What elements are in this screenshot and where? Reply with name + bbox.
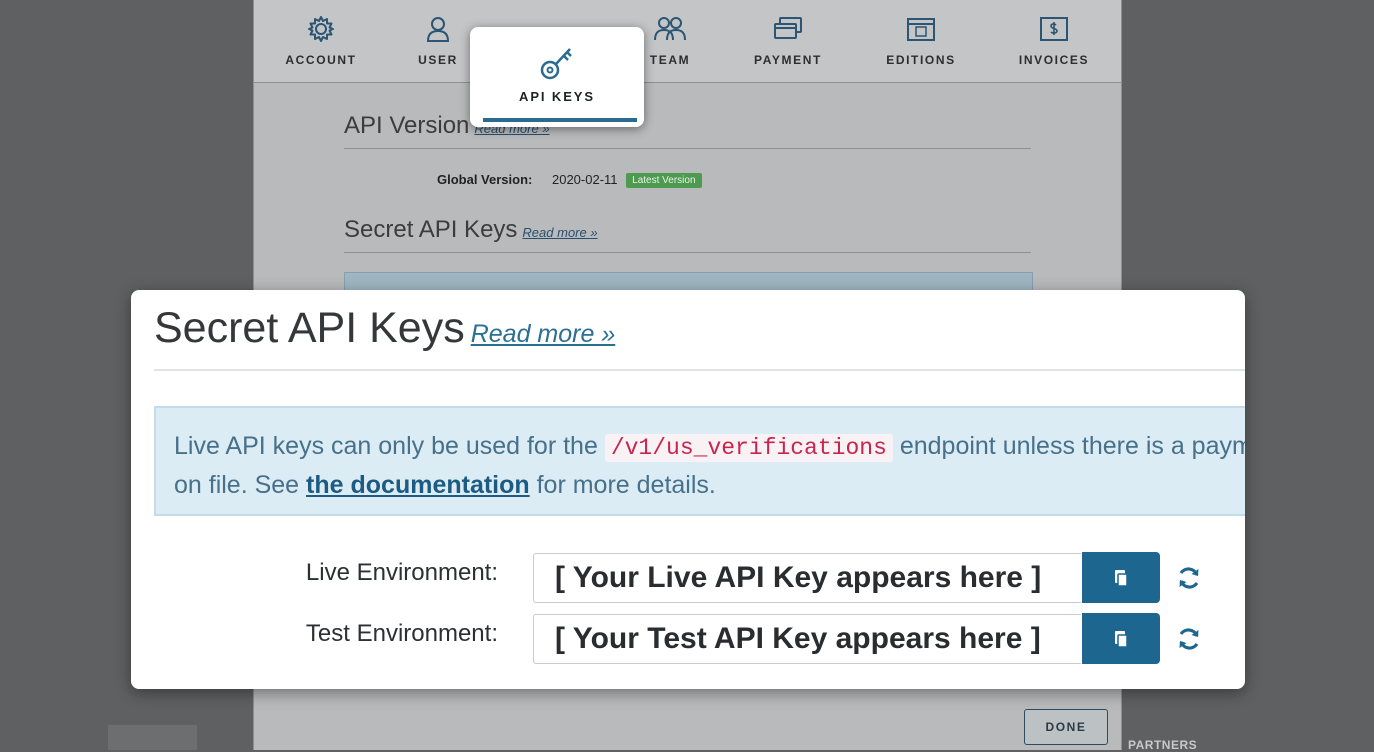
active-tab-indicator (483, 118, 637, 122)
secret-keys-read-more-link-bg[interactable]: Read more » (522, 225, 597, 240)
copy-icon (1115, 630, 1128, 648)
global-version-label: Global Version: (437, 172, 533, 187)
endpoint-code: /v1/us_verifications (604, 434, 893, 462)
tab-invoices[interactable]: INVOICES (999, 14, 1109, 67)
gear-icon (308, 16, 334, 42)
tab-account[interactable]: ACCOUNT (266, 14, 376, 67)
calendar-icon (907, 18, 935, 41)
key-icon (540, 48, 572, 80)
global-version-value: 2020-02-11 (551, 172, 618, 187)
settings-nav: ACCOUNT USER TEAM PAYMENT EDITIONS INVOI… (254, 0, 1121, 83)
latest-version-badge: Latest Version (626, 173, 702, 188)
secret-keys-panel: Secret API Keys Read more » Live API keys… (131, 290, 1245, 689)
notice-prefix: Live API keys can only be used for the (174, 432, 598, 460)
tab-payment[interactable]: PAYMENT (733, 14, 843, 67)
divider (344, 148, 1031, 149)
test-environment-label: Test Environment: (305, 620, 498, 647)
secret-keys-read-more-link[interactable]: Read more » (471, 320, 616, 348)
regenerate-test-key-icon[interactable] (1176, 626, 1202, 652)
background-block (108, 725, 197, 750)
copy-test-key-button[interactable] (1082, 613, 1160, 664)
tab-editions[interactable]: EDITIONS (866, 14, 976, 67)
invoice-icon (1040, 17, 1068, 41)
global-version-row: Global Version: 2020-02-11 Latest Versio… (437, 172, 702, 188)
notice-suffix: for more details. (536, 471, 716, 499)
live-api-key-field[interactable]: [ Your Live API Key appears here ] (533, 553, 1081, 603)
notice-mid: endpoint unless there is a payme (899, 432, 1245, 460)
credit-card-icon (774, 17, 802, 39)
api-version-title: API Version (344, 112, 470, 139)
user-icon (426, 17, 450, 42)
live-environment-label: Live Environment: (305, 559, 498, 586)
tab-editions-label: EDITIONS (886, 53, 956, 67)
tab-payment-label: PAYMENT (754, 53, 822, 67)
tab-account-label: ACCOUNT (285, 53, 357, 67)
copy-live-key-button[interactable] (1082, 552, 1160, 603)
team-icon (654, 17, 686, 41)
done-button[interactable]: DONE (1024, 709, 1108, 745)
notice-line2-prefix: on file. See (174, 471, 300, 499)
divider (344, 252, 1031, 253)
secret-keys-title-bg: Secret API Keys (344, 216, 518, 243)
regenerate-live-key-icon[interactable] (1176, 565, 1202, 591)
divider (154, 369, 1245, 371)
documentation-link[interactable]: the documentation (306, 471, 530, 499)
tab-invoices-label: INVOICES (1018, 53, 1090, 67)
secret-keys-title: Secret API Keys (154, 304, 465, 352)
live-keys-notice: Live API keys can only be used for the /… (154, 406, 1245, 516)
secret-keys-heading: Secret API Keys Read more » (154, 304, 615, 353)
test-api-key-field[interactable]: [ Your Test API Key appears here ] (533, 614, 1081, 664)
notice-text: Live API keys can only be used for the /… (174, 428, 1245, 504)
tab-api-keys[interactable]: API KEYS (470, 27, 644, 127)
copy-icon (1115, 569, 1128, 587)
tab-api-keys-label: API KEYS (519, 89, 595, 104)
secret-keys-heading-bg: Secret API Keys Read more » (344, 216, 598, 244)
